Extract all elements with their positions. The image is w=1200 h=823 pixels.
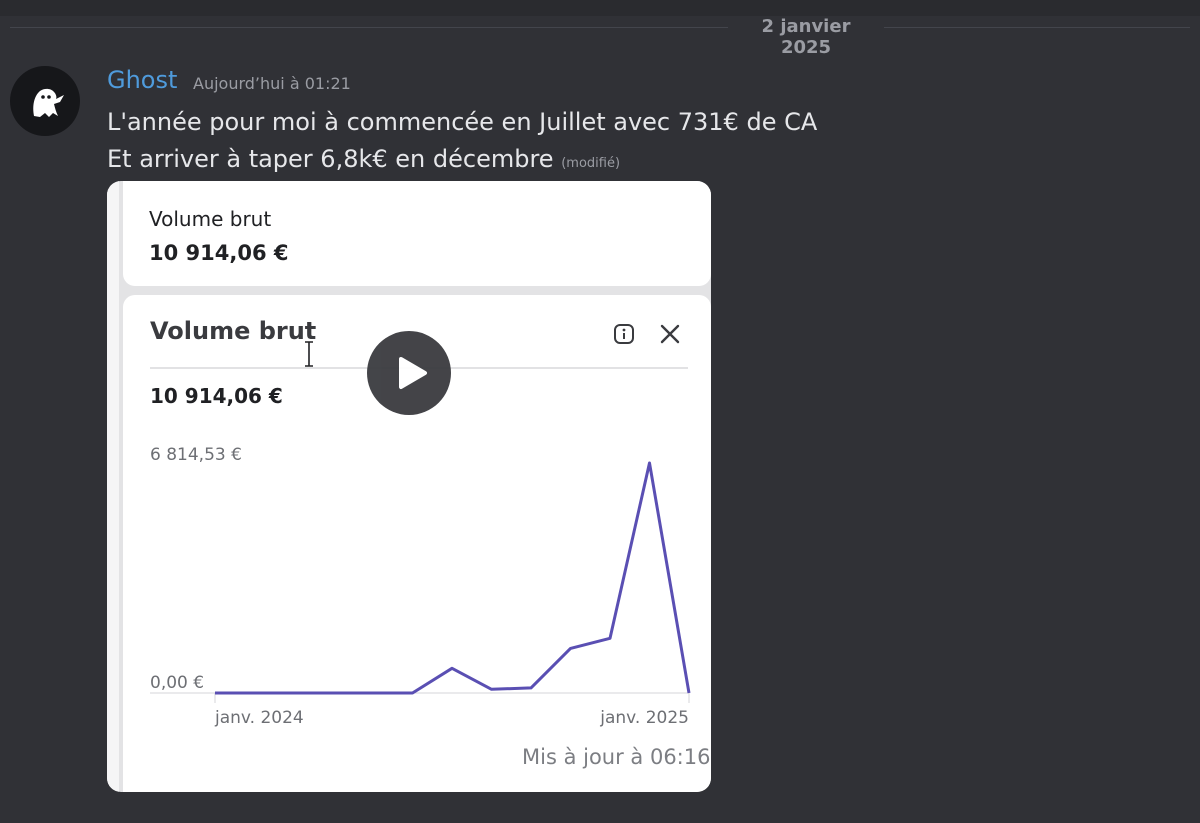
summary-card: Volume brut 10 914,06 € — [123, 181, 711, 286]
date-divider-line-left — [10, 27, 728, 28]
updated-label: Mis à jour à 06:16 — [522, 745, 711, 769]
embed-background-strip — [107, 181, 119, 792]
y-tick-label: 0,00 € — [150, 673, 204, 693]
edited-label: (modifié) — [561, 156, 621, 171]
date-divider: 2 janvier 2025 — [761, 16, 851, 58]
avatar[interactable] — [10, 66, 80, 136]
message-timestamp: Aujourd’hui à 01:21 — [193, 74, 351, 93]
message-text-line-1: L'année pour moi à commencée en Juillet … — [107, 108, 818, 136]
message-text-line-2-text: Et arriver à taper 6,8k€ en décembre — [107, 145, 554, 173]
message-author[interactable]: Ghost — [107, 66, 177, 94]
y-tick-label: 6 814,53 € — [150, 445, 242, 465]
series-line — [215, 461, 691, 695]
summary-value: 10 914,06 € — [149, 241, 289, 265]
video-embed[interactable]: Volume brut 10 914,06 € Volume brut 10 9… — [107, 181, 711, 792]
ghost-icon — [33, 88, 64, 117]
date-divider-line-right — [884, 27, 1190, 28]
message-text-line-2: Et arriver à taper 6,8k€ en décembre (mo… — [107, 145, 620, 173]
x-tick-label: janv. 2025 — [599, 708, 689, 728]
summary-label: Volume brut — [149, 207, 272, 231]
play-icon — [399, 357, 427, 389]
top-bar — [0, 0, 1200, 16]
x-tick-label: janv. 2024 — [214, 708, 304, 728]
play-button[interactable] — [367, 331, 451, 415]
